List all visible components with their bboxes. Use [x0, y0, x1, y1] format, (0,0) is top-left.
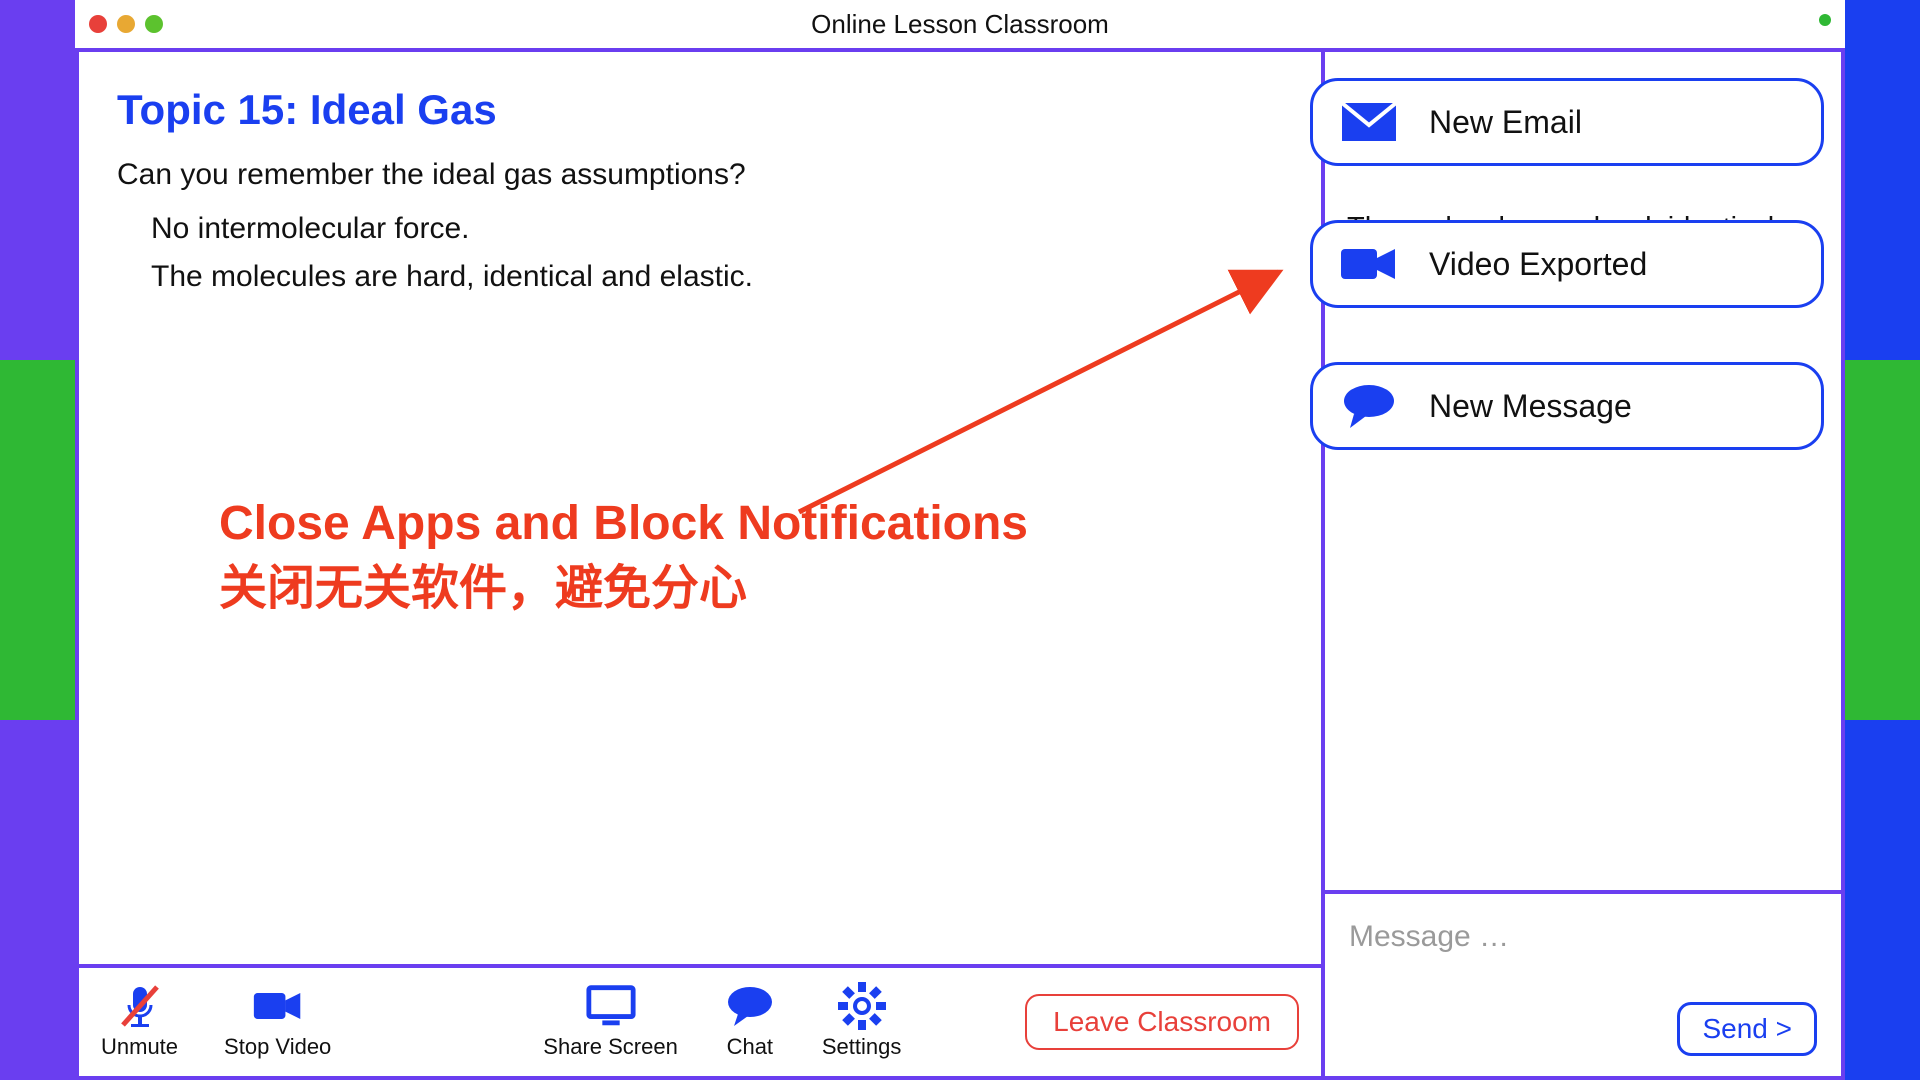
window-title: Online Lesson Classroom — [75, 9, 1845, 40]
microphone-muted-icon — [114, 984, 166, 1028]
share-screen-label: Share Screen — [543, 1034, 678, 1060]
notification-stack: New Email Video Exported New Message — [1310, 78, 1824, 450]
titlebar: Online Lesson Classroom — [75, 0, 1845, 48]
video-camera-icon — [1339, 241, 1399, 287]
annotation-line-1: Close Apps and Block Notifications — [219, 492, 1028, 557]
chat-bubble-icon — [1339, 383, 1399, 429]
video-camera-icon — [252, 984, 304, 1028]
unmute-label: Unmute — [101, 1034, 178, 1060]
slide-bullet: No intermolecular force. — [151, 212, 1283, 246]
traffic-lights — [89, 15, 163, 33]
annotation-line-2: 关闭无关软件，避免分心 — [219, 557, 1028, 622]
chat-compose-area: Send > — [1325, 890, 1841, 1076]
status-indicator-icon — [1819, 14, 1831, 26]
topic-title: Topic 15: Ideal Gas — [117, 86, 1283, 134]
notification-label: New Message — [1429, 388, 1632, 425]
message-input[interactable] — [1349, 920, 1817, 954]
settings-label: Settings — [822, 1034, 902, 1060]
unmute-button[interactable]: Unmute — [101, 984, 178, 1060]
chat-label: Chat — [727, 1034, 773, 1060]
chat-button[interactable]: Chat — [724, 984, 776, 1060]
stop-video-button[interactable]: Stop Video — [224, 984, 331, 1060]
stop-video-label: Stop Video — [224, 1034, 331, 1060]
notification-new-message[interactable]: New Message — [1310, 362, 1824, 450]
annotation-arrow-icon — [759, 252, 1319, 532]
zoom-window-button[interactable] — [145, 15, 163, 33]
mail-icon — [1339, 99, 1399, 145]
main-panel: Topic 15: Ideal Gas Can you remember the… — [79, 52, 1321, 1076]
minimize-window-button[interactable] — [117, 15, 135, 33]
slide-bullet: The molecules are hard, identical and el… — [151, 260, 1283, 294]
settings-button[interactable]: Settings — [822, 984, 902, 1060]
close-window-button[interactable] — [89, 15, 107, 33]
notification-video-exported[interactable]: Video Exported — [1310, 220, 1824, 308]
chat-bubble-icon — [724, 984, 776, 1028]
notification-label: New Email — [1429, 104, 1582, 141]
toolbar: Unmute Stop Video — [79, 964, 1321, 1076]
send-button[interactable]: Send > — [1677, 1002, 1817, 1056]
notification-label: Video Exported — [1429, 246, 1647, 283]
slide-content: Topic 15: Ideal Gas Can you remember the… — [79, 52, 1321, 964]
notification-new-email[interactable]: New Email — [1310, 78, 1824, 166]
monitor-icon — [585, 984, 637, 1028]
slide-prompt: Can you remember the ideal gas assumptio… — [117, 158, 1283, 192]
gear-icon — [836, 984, 888, 1028]
annotation-text: Close Apps and Block Notifications 关闭无关软… — [219, 492, 1028, 622]
share-screen-button[interactable]: Share Screen — [543, 984, 678, 1060]
leave-classroom-button[interactable]: Leave Classroom — [1025, 994, 1299, 1050]
